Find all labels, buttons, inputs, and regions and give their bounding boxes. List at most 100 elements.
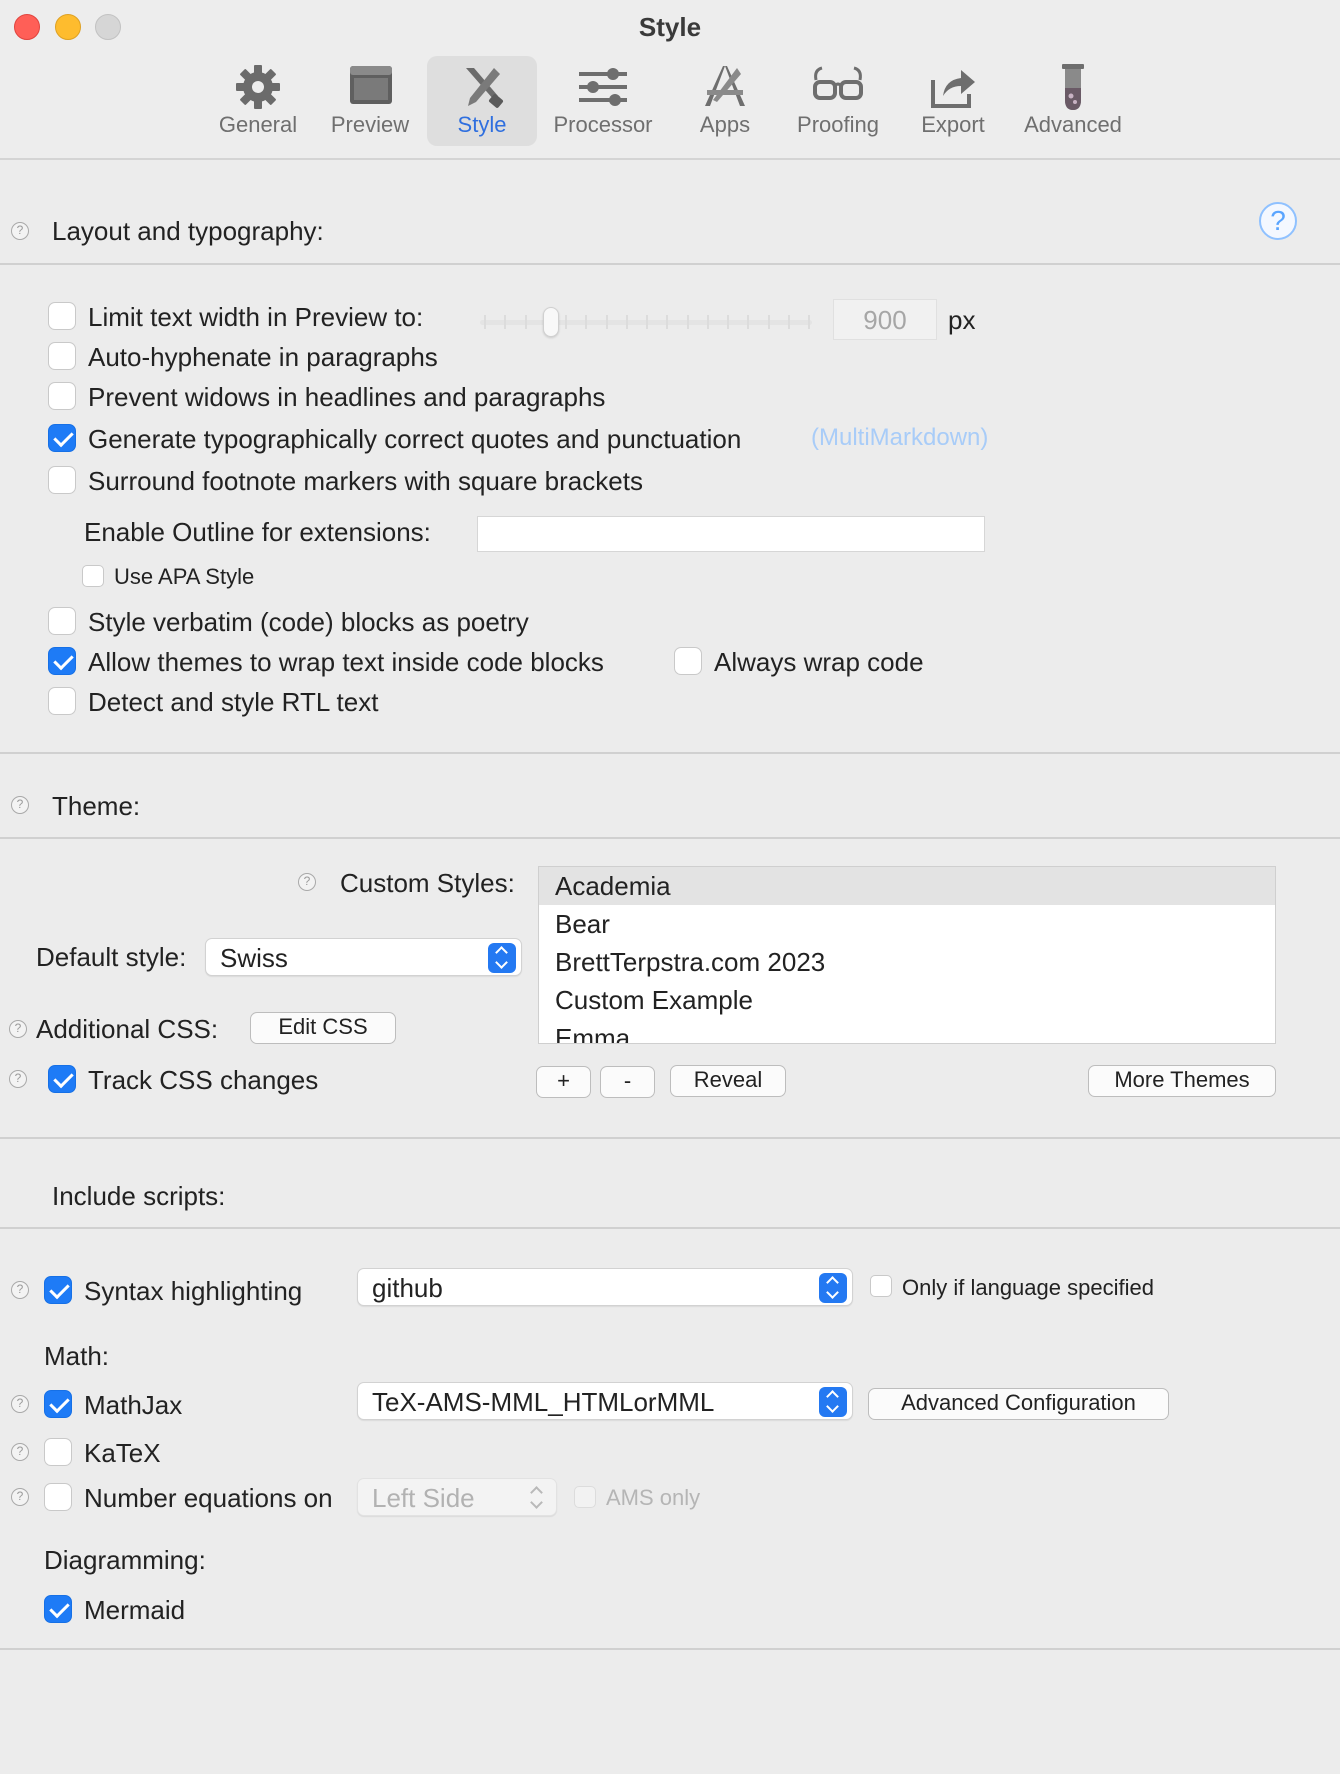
list-item[interactable]: Emma <box>539 1019 1275 1043</box>
slider-tick <box>626 315 628 329</box>
help-icon[interactable]: ? <box>9 1020 27 1038</box>
slider-tick <box>646 315 648 329</box>
glasses-icon <box>813 66 863 100</box>
number-equations-checkbox[interactable] <box>44 1483 72 1511</box>
ams-only-label: AMS only <box>606 1485 701 1510</box>
slider-tick <box>606 315 608 329</box>
verbatim-poetry-checkbox[interactable] <box>48 607 76 635</box>
theme-section-title: Theme: <box>52 791 141 821</box>
syntax-highlighting-label: Syntax highlighting <box>84 1276 303 1306</box>
limit-width-checkbox[interactable] <box>48 302 76 330</box>
default-style-label: Default style: <box>36 942 187 972</box>
verbatim-poetry-label: Style verbatim (code) blocks as poetry <box>88 607 529 637</box>
preview-window-icon <box>350 66 392 104</box>
help-icon[interactable]: ? <box>11 796 29 814</box>
mermaid-checkbox[interactable] <box>44 1595 72 1623</box>
equation-side-popup[interactable]: Left Side <box>357 1478 557 1516</box>
custom-styles-label: Custom Styles: <box>340 868 515 898</box>
slider-tick <box>484 315 486 329</box>
additional-css-label: Additional CSS: <box>36 1014 219 1044</box>
rtl-text-checkbox[interactable] <box>48 687 76 715</box>
katex-checkbox[interactable] <box>44 1438 72 1466</box>
track-css-label: Track CSS changes <box>88 1065 319 1095</box>
slider-tick <box>788 315 790 329</box>
tab-preview[interactable]: Preview <box>322 56 418 146</box>
tab-apps[interactable]: Apps <box>677 56 773 146</box>
help-icon[interactable]: ? <box>11 1395 29 1413</box>
slider-tick <box>768 315 770 329</box>
mermaid-label: Mermaid <box>84 1595 186 1625</box>
gear-icon <box>236 65 280 109</box>
only-language-checkbox[interactable] <box>870 1275 892 1297</box>
slider-tick <box>666 315 668 329</box>
always-wrap-checkbox[interactable] <box>674 647 702 675</box>
slider-tick <box>747 315 749 329</box>
slider-tick <box>565 315 567 329</box>
list-item[interactable]: BrettTerpstra.com 2023 <box>539 943 1275 981</box>
list-item[interactable]: Academia <box>539 867 1275 905</box>
wrap-code-blocks-checkbox[interactable] <box>48 647 76 675</box>
track-css-checkbox[interactable] <box>48 1065 76 1093</box>
tab-general[interactable]: General <box>210 56 306 146</box>
tab-label: Processor <box>553 112 653 137</box>
text-width-slider[interactable] <box>480 307 812 337</box>
tab-processor[interactable]: Processor <box>548 56 658 146</box>
prevent-widows-checkbox[interactable] <box>48 382 76 410</box>
tab-export[interactable]: Export <box>903 56 1003 146</box>
help-icon[interactable]: ? <box>9 1070 27 1088</box>
list-item[interactable]: Custom Example <box>539 981 1275 1019</box>
remove-style-button[interactable]: - <box>600 1066 655 1098</box>
sliders-icon <box>579 68 627 106</box>
tab-advanced[interactable]: Advanced <box>1018 56 1128 146</box>
limit-width-label: Limit text width in Preview to: <box>88 302 424 332</box>
tab-proofing[interactable]: Proofing <box>788 56 888 146</box>
syntax-highlighting-checkbox[interactable] <box>44 1276 72 1304</box>
help-button[interactable]: ? <box>1259 202 1297 240</box>
apa-style-label: Use APA Style <box>114 564 255 589</box>
tab-style[interactable]: Style <box>427 56 537 146</box>
tab-label: General <box>218 112 298 137</box>
reveal-button[interactable]: Reveal <box>670 1065 786 1097</box>
help-icon[interactable]: ? <box>11 1443 29 1461</box>
custom-styles-list[interactable]: Academia Bear BrettTerpstra.com 2023 Cus… <box>538 866 1276 1044</box>
list-item[interactable]: Bear <box>539 905 1275 943</box>
slider-tick <box>504 315 506 329</box>
edit-css-button[interactable]: Edit CSS <box>250 1012 396 1044</box>
slider-tick <box>727 315 729 329</box>
footnote-brackets-label: Surround footnote markers with square br… <box>88 466 643 496</box>
number-equations-label: Number equations on <box>84 1483 333 1513</box>
divider <box>0 1648 1340 1650</box>
more-themes-button[interactable]: More Themes <box>1088 1065 1276 1097</box>
slider-tick <box>707 315 709 329</box>
typographic-quotes-checkbox[interactable] <box>48 424 76 452</box>
mathjax-checkbox[interactable] <box>44 1390 72 1418</box>
chevron-updown-icon <box>819 1387 847 1417</box>
popup-value: Swiss <box>220 943 288 973</box>
syntax-theme-popup[interactable]: github <box>357 1268 853 1306</box>
export-icon <box>931 70 975 108</box>
advanced-configuration-button[interactable]: Advanced Configuration <box>868 1388 1169 1420</box>
slider-tick <box>585 315 587 329</box>
help-icon[interactable]: ? <box>298 873 316 891</box>
help-icon[interactable]: ? <box>11 1281 29 1299</box>
multimarkdown-note: (MultiMarkdown) <box>811 424 989 451</box>
tab-label: Advanced <box>1024 112 1122 137</box>
footnote-brackets-checkbox[interactable] <box>48 466 76 494</box>
outline-extensions-input[interactable] <box>477 516 985 552</box>
apa-style-checkbox[interactable] <box>82 565 104 587</box>
slider-tick <box>525 315 527 329</box>
text-width-field[interactable]: 900 <box>833 299 937 340</box>
auto-hyphenate-checkbox[interactable] <box>48 342 76 370</box>
always-wrap-label: Always wrap code <box>714 647 924 677</box>
help-icon[interactable]: ? <box>11 222 29 240</box>
tab-label: Style <box>457 112 507 137</box>
slider-knob[interactable] <box>543 307 559 337</box>
default-style-popup[interactable]: Swiss <box>205 938 522 976</box>
add-style-button[interactable]: + <box>536 1066 591 1098</box>
layout-section-title: Layout and typography: <box>52 216 324 246</box>
mathjax-config-popup[interactable]: TeX-AMS-MML_HTMLorMML <box>357 1382 853 1420</box>
ams-only-checkbox[interactable] <box>574 1486 596 1508</box>
slider-tick <box>687 315 689 329</box>
divider <box>0 837 1340 839</box>
help-icon[interactable]: ? <box>11 1488 29 1506</box>
